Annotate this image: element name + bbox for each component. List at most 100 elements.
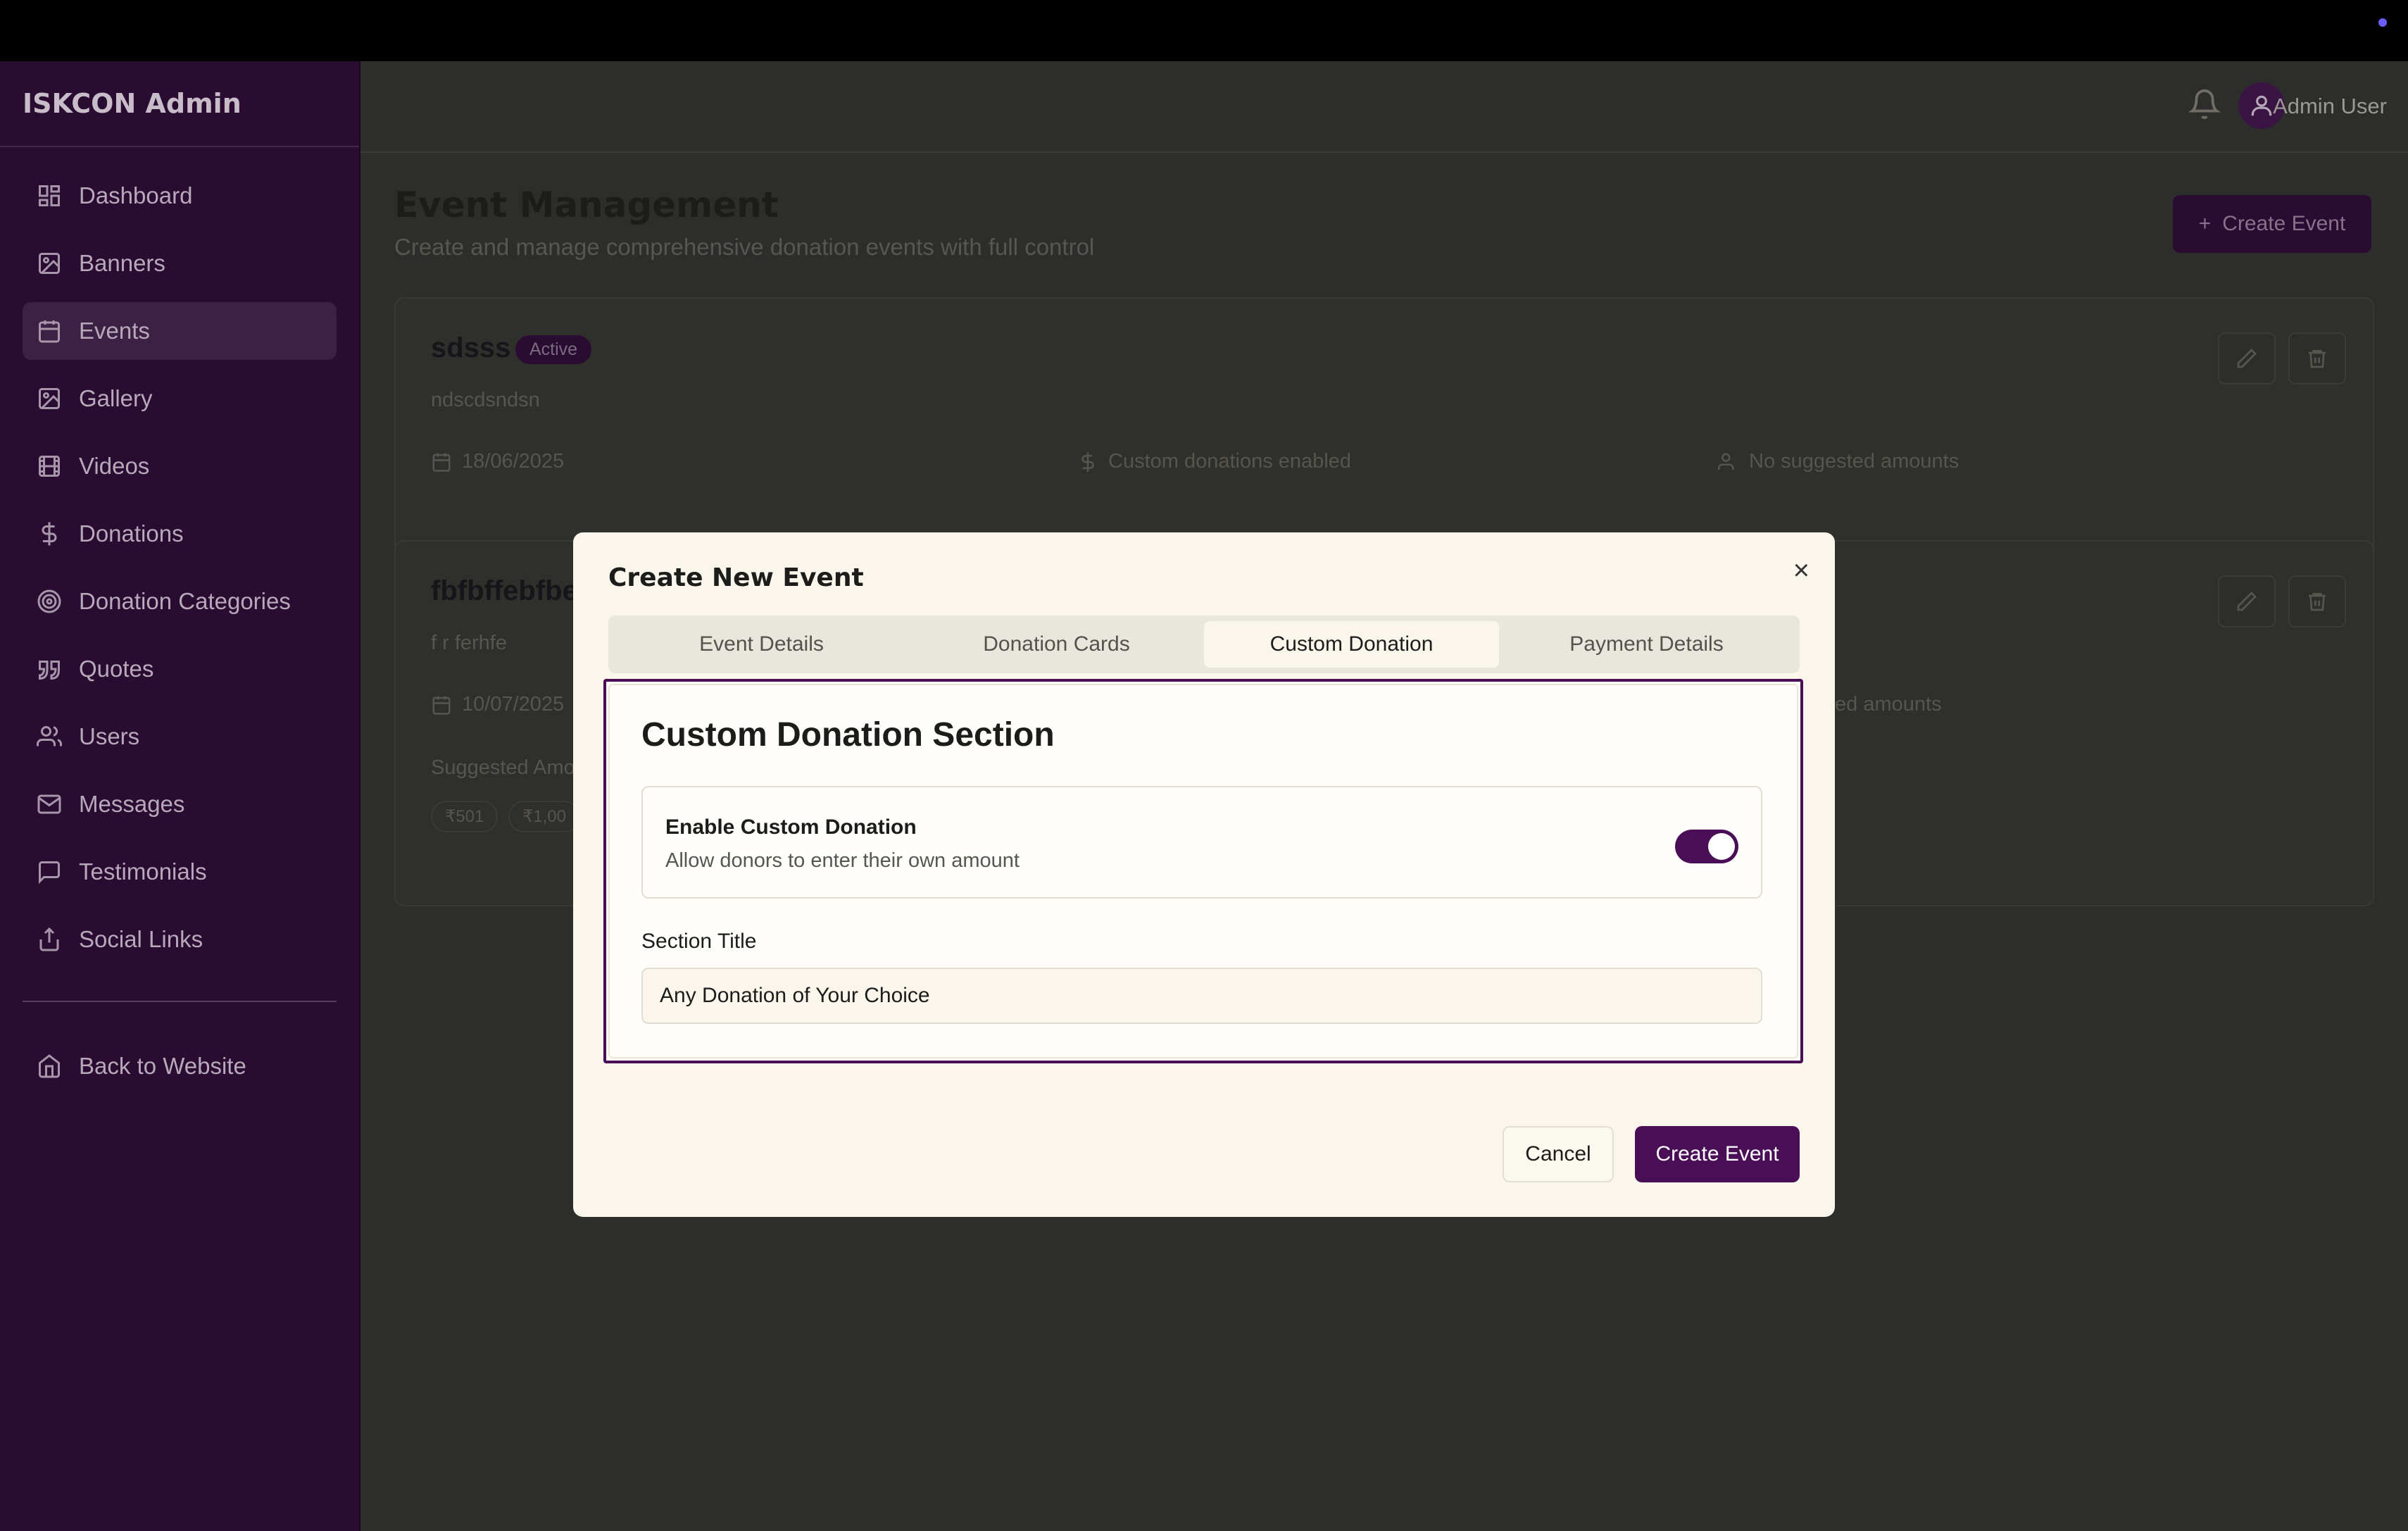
dollar-icon [1081,451,1094,472]
sidebar-item-label: Donation Categories [79,588,291,614]
sidebar-item-label: Testimonials [79,858,207,885]
tab-event-details[interactable]: Event Details [614,621,909,668]
event-card: sdsss Active ndscdsndsn 18/06/2025 Custo… [394,297,2374,568]
switch-knob [1708,833,1735,860]
toggle-description: Allow donors to enter their own amount [665,849,1020,872]
modal-title: Create New Event [608,563,864,592]
user-name[interactable]: Admin User [2273,94,2387,119]
event-suggested: ted amounts [1829,693,1942,716]
toggle-label: Enable Custom Donation [665,816,917,839]
plus-icon: + [2198,212,2212,235]
pencil-icon [2237,349,2257,368]
calendar-icon [35,317,63,345]
close-icon[interactable]: × [1793,556,1810,585]
sidebar-divider [23,1001,337,1002]
event-suggested-text: No suggested amounts [1749,450,1959,473]
target-icon [35,587,63,615]
suggested-amounts-label: Suggested Amo [431,756,575,780]
create-event-button[interactable]: + Create Event [2173,195,2371,253]
page-subtitle: Create and manage comprehensive donation… [394,234,1095,260]
sidebar-item-social-links[interactable]: Social Links [23,911,337,968]
modal-tabs: Event Details Donation Cards Custom Dona… [608,615,1800,673]
home-icon [35,1052,63,1080]
event-title: fbfbffebfbe [431,575,578,606]
users-icon [1718,453,1734,470]
trash-icon [2309,593,2326,611]
sidebar-item-label: Dashboard [79,182,193,208]
sidebar-item-banners[interactable]: Banners [23,235,337,292]
image-icon [35,249,63,277]
suggested-label-text: Suggested Amo [431,756,575,779]
event-title: sdsss [431,332,511,363]
event-date: 18/06/2025 [431,450,564,473]
edit-button[interactable] [2218,332,2276,385]
sidebar: ISKCON Admin Dashboard Banners Events Ga… [0,61,360,1531]
sidebar-item-dashboard[interactable]: Dashboard [23,167,337,225]
event-suggested: No suggested amounts [1718,450,1959,473]
event-description: f r ferhfe [431,632,507,654]
event-date-text: 10/07/2025 [462,693,565,715]
sidebar-item-label: Users [79,723,140,749]
sidebar-item-videos[interactable]: Videos [23,437,337,495]
sidebar-item-label: Social Links [79,926,203,952]
delete-button[interactable] [2288,332,2346,385]
sidebar-item-messages[interactable]: Messages [23,775,337,833]
event-description: ndscdsndsn [431,389,540,411]
tab-custom-donation[interactable]: Custom Donation [1204,621,1499,668]
section-title-input[interactable] [641,968,1762,1024]
section-title-label: Section Title [641,930,757,953]
sidebar-item-donations[interactable]: Donations [23,505,337,563]
calendar-icon [432,453,451,472]
create-event-label: Create Event [2222,212,2346,235]
calendar-icon [432,696,451,715]
custom-donation-section: Custom Donation Section Enable Custom Do… [603,679,1803,1063]
message-icon [35,858,63,886]
sidebar-item-back-to-website[interactable]: Back to Website [23,1037,337,1095]
sidebar-item-label: Videos [79,453,150,479]
status-badge: Active [515,335,592,364]
sidebar-item-quotes[interactable]: Quotes [23,640,337,698]
delete-button[interactable] [2288,575,2346,627]
dollar-icon [35,520,63,548]
amount-chip: ₹501 [431,801,498,832]
sidebar-item-testimonials[interactable]: Testimonials [23,843,337,901]
sidebar-item-label: Banners [79,250,165,276]
bell-icon[interactable] [2188,88,2224,123]
mail-icon [35,790,63,818]
page-title: Event Management [394,185,779,225]
custom-donation-toggle-row: Enable Custom Donation Allow donors to e… [641,786,1762,899]
sidebar-item-gallery[interactable]: Gallery [23,370,337,427]
sidebar-item-users[interactable]: Users [23,708,337,766]
app-root: ISKCON Admin Dashboard Banners Events Ga… [0,61,2408,1531]
event-custom-donation: Custom donations enabled [1077,450,1351,473]
film-icon [35,452,63,480]
users-icon [35,723,63,751]
dashboard-icon [35,182,63,210]
event-date: 10/07/2025 [431,693,564,716]
top-header: Admin User [360,61,2408,153]
sidebar-item-label: Events [79,318,150,344]
cancel-button[interactable]: Cancel [1503,1126,1614,1182]
sidebar-item-events[interactable]: Events [23,302,337,360]
sidebar-item-label: Donations [79,520,184,546]
section-heading: Custom Donation Section [641,716,1055,754]
quote-icon [35,655,63,683]
sidebar-item-donation-categories[interactable]: Donation Categories [23,573,337,630]
custom-donation-switch[interactable] [1675,830,1738,863]
share-icon [35,925,63,954]
status-dot [2378,18,2387,27]
brand-logo: ISKCON Admin [0,61,359,147]
amount-chip: ₹1,00 [508,801,580,832]
event-suggested-text: ted amounts [1829,693,1942,715]
create-event-submit-button[interactable]: Create Event [1635,1126,1800,1182]
event-date-text: 18/06/2025 [462,450,565,473]
sidebar-item-label: Quotes [79,656,154,682]
create-event-modal: Create New Event × Event Details Donatio… [573,532,1835,1217]
system-top-bar [0,0,2408,61]
image-icon [35,385,63,413]
tab-donation-cards[interactable]: Donation Cards [909,621,1204,668]
sidebar-item-label: Gallery [79,385,153,411]
tab-payment-details[interactable]: Payment Details [1499,621,1794,668]
trash-icon [2309,350,2326,368]
edit-button[interactable] [2218,575,2276,627]
